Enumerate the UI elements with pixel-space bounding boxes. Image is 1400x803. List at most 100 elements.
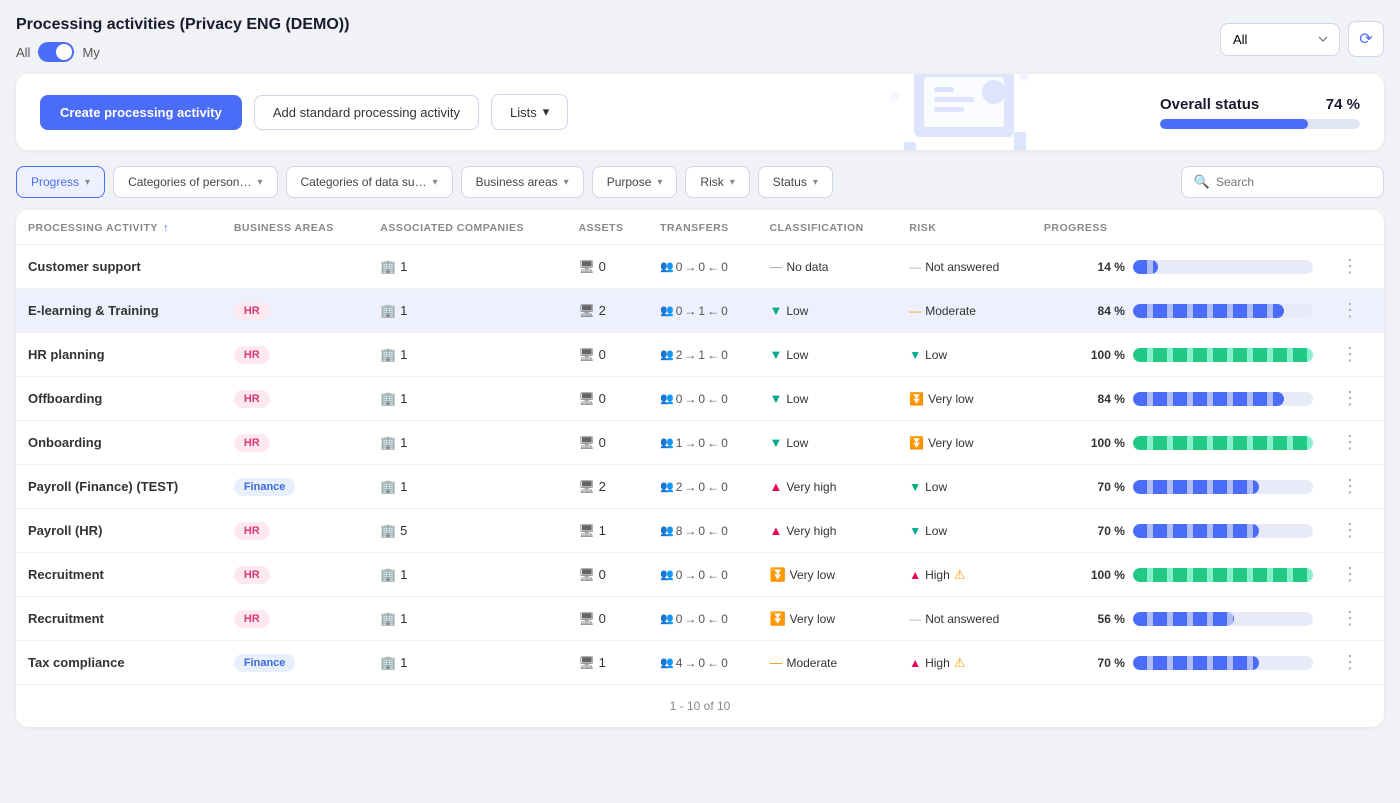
filter-categories-data[interactable]: Categories of data su… ▾ xyxy=(286,166,453,198)
chevron-down-icon: ▾ xyxy=(730,177,735,188)
filter-progress[interactable]: Progress ▾ xyxy=(16,166,105,198)
more-options-cell[interactable]: ⋮ xyxy=(1325,421,1384,465)
chevron-down-icon: ▾ xyxy=(257,177,262,188)
filter-business-areas-label: Business areas xyxy=(476,175,558,189)
processing-activities-table: PROCESSING ACTIVITY ↑ BUSINESS AREAS ASS… xyxy=(16,210,1384,727)
table-row: Offboarding HR 🏢 1 🖥 0 👥 0 → 0 ← 0 ▼ Low xyxy=(16,377,1384,421)
activity-name[interactable]: Tax compliance xyxy=(16,641,222,685)
search-box[interactable]: 🔍 xyxy=(1181,166,1384,198)
progress-pct: 100 % xyxy=(1089,436,1125,450)
more-options-button[interactable]: ⋮ xyxy=(1337,256,1363,277)
more-options-cell[interactable]: ⋮ xyxy=(1325,333,1384,377)
business-areas-cell: HR xyxy=(222,377,368,421)
assets-cell: 🖥 0 xyxy=(566,377,648,421)
filter-status-label: Status xyxy=(773,175,807,189)
transfers-cell: 👥 4 → 0 ← 0 xyxy=(648,641,757,685)
more-options-cell[interactable]: ⋮ xyxy=(1325,245,1384,289)
associated-companies-cell: 🏢 1 xyxy=(368,553,566,597)
associated-companies-cell: 🏢 1 xyxy=(368,597,566,641)
more-options-cell[interactable]: ⋮ xyxy=(1325,509,1384,553)
more-options-button[interactable]: ⋮ xyxy=(1337,608,1363,629)
table-row: Recruitment HR 🏢 1 🖥 0 👥 0 → 0 ← 0 ⏬ Ver… xyxy=(16,553,1384,597)
transfers-cell: 👥 0 → 0 ← 0 xyxy=(648,377,757,421)
view-select[interactable]: All My xyxy=(1220,23,1340,56)
col-risk: RISK xyxy=(897,210,1032,245)
filter-risk[interactable]: Risk ▾ xyxy=(685,166,749,198)
table-row: HR planning HR 🏢 1 🖥 0 👥 2 → 1 ← 0 ▼ Low xyxy=(16,333,1384,377)
toggle-my-label: My xyxy=(82,45,99,60)
activity-name[interactable]: HR planning xyxy=(16,333,222,377)
search-input[interactable] xyxy=(1216,175,1371,189)
assets-cell: 🖥 0 xyxy=(566,245,648,289)
risk-cell: ⏬ Very low xyxy=(897,421,1032,465)
pagination: 1 - 10 of 10 xyxy=(16,685,1384,727)
refresh-button[interactable]: ⟳ xyxy=(1348,21,1384,57)
activity-name[interactable]: E-learning & Training xyxy=(16,289,222,333)
activity-name[interactable]: Onboarding xyxy=(16,421,222,465)
risk-cell: — Moderate xyxy=(897,289,1032,333)
progress-bar xyxy=(1133,568,1313,582)
associated-companies-cell: 🏢 1 xyxy=(368,465,566,509)
associated-companies-cell: 🏢 1 xyxy=(368,641,566,685)
table-row: Payroll (Finance) (TEST) Finance 🏢 1 🖥 2… xyxy=(16,465,1384,509)
business-area-tag: Finance xyxy=(234,478,296,496)
activity-name[interactable]: Customer support xyxy=(16,245,222,289)
more-options-button[interactable]: ⋮ xyxy=(1337,432,1363,453)
more-options-cell[interactable]: ⋮ xyxy=(1325,641,1384,685)
business-areas-cell: Finance xyxy=(222,641,368,685)
table-row: Tax compliance Finance 🏢 1 🖥 1 👥 4 → 0 ←… xyxy=(16,641,1384,685)
activity-name[interactable]: Recruitment xyxy=(16,597,222,641)
add-standard-processing-activity-button[interactable]: Add standard processing activity xyxy=(254,95,479,130)
lists-button[interactable]: Lists ▾ xyxy=(491,94,568,130)
all-my-toggle[interactable] xyxy=(38,42,74,62)
progress-pct: 84 % xyxy=(1089,304,1125,318)
business-areas-cell: HR xyxy=(222,597,368,641)
business-areas-cell: HR xyxy=(222,553,368,597)
transfers-cell: 👥 1 → 0 ← 0 xyxy=(648,421,757,465)
progress-bar xyxy=(1133,480,1313,494)
risk-cell: — Not answered xyxy=(897,597,1032,641)
associated-companies-cell: 🏢 1 xyxy=(368,421,566,465)
progress-pct: 70 % xyxy=(1089,524,1125,538)
more-options-button[interactable]: ⋮ xyxy=(1337,344,1363,365)
progress-cell: 100 % xyxy=(1032,421,1325,465)
transfers-cell: 👥 0 → 0 ← 0 xyxy=(648,553,757,597)
more-options-button[interactable]: ⋮ xyxy=(1337,520,1363,541)
chevron-down-icon: ▾ xyxy=(543,104,550,120)
activity-name[interactable]: Offboarding xyxy=(16,377,222,421)
overall-status-section: Overall status 74 % xyxy=(1160,96,1360,129)
more-options-cell[interactable]: ⋮ xyxy=(1325,597,1384,641)
progress-bar xyxy=(1133,436,1313,450)
more-options-button[interactable]: ⋮ xyxy=(1337,564,1363,585)
progress-cell: 84 % xyxy=(1032,289,1325,333)
progress-bar xyxy=(1133,524,1313,538)
progress-cell: 100 % xyxy=(1032,553,1325,597)
associated-companies-cell: 🏢 1 xyxy=(368,333,566,377)
more-options-button[interactable]: ⋮ xyxy=(1337,652,1363,673)
overall-status-pct: 74 % xyxy=(1326,96,1360,113)
risk-cell: ⏬ Very low xyxy=(897,377,1032,421)
more-options-cell[interactable]: ⋮ xyxy=(1325,465,1384,509)
filter-business-areas[interactable]: Business areas ▾ xyxy=(461,166,584,198)
more-options-cell[interactable]: ⋮ xyxy=(1325,377,1384,421)
more-options-cell[interactable]: ⋮ xyxy=(1325,289,1384,333)
filter-categories-person[interactable]: Categories of person… ▾ xyxy=(113,166,277,198)
business-areas-cell: HR xyxy=(222,421,368,465)
classification-cell: — No data xyxy=(757,245,897,289)
activity-name[interactable]: Payroll (HR) xyxy=(16,509,222,553)
more-options-cell[interactable]: ⋮ xyxy=(1325,553,1384,597)
progress-pct: 70 % xyxy=(1089,656,1125,670)
activity-name[interactable]: Recruitment xyxy=(16,553,222,597)
assets-cell: 🖥 2 xyxy=(566,289,648,333)
business-area-tag: HR xyxy=(234,390,270,408)
more-options-button[interactable]: ⋮ xyxy=(1337,388,1363,409)
activity-name[interactable]: Payroll (Finance) (TEST) xyxy=(16,465,222,509)
classification-cell: ⏬ Very low xyxy=(757,553,897,597)
classification-cell: ▼ Low xyxy=(757,421,897,465)
more-options-button[interactable]: ⋮ xyxy=(1337,300,1363,321)
create-processing-activity-button[interactable]: Create processing activity xyxy=(40,95,242,130)
more-options-button[interactable]: ⋮ xyxy=(1337,476,1363,497)
filter-status[interactable]: Status ▾ xyxy=(758,166,833,198)
filter-purpose[interactable]: Purpose ▾ xyxy=(592,166,678,198)
progress-cell: 14 % xyxy=(1032,245,1325,289)
